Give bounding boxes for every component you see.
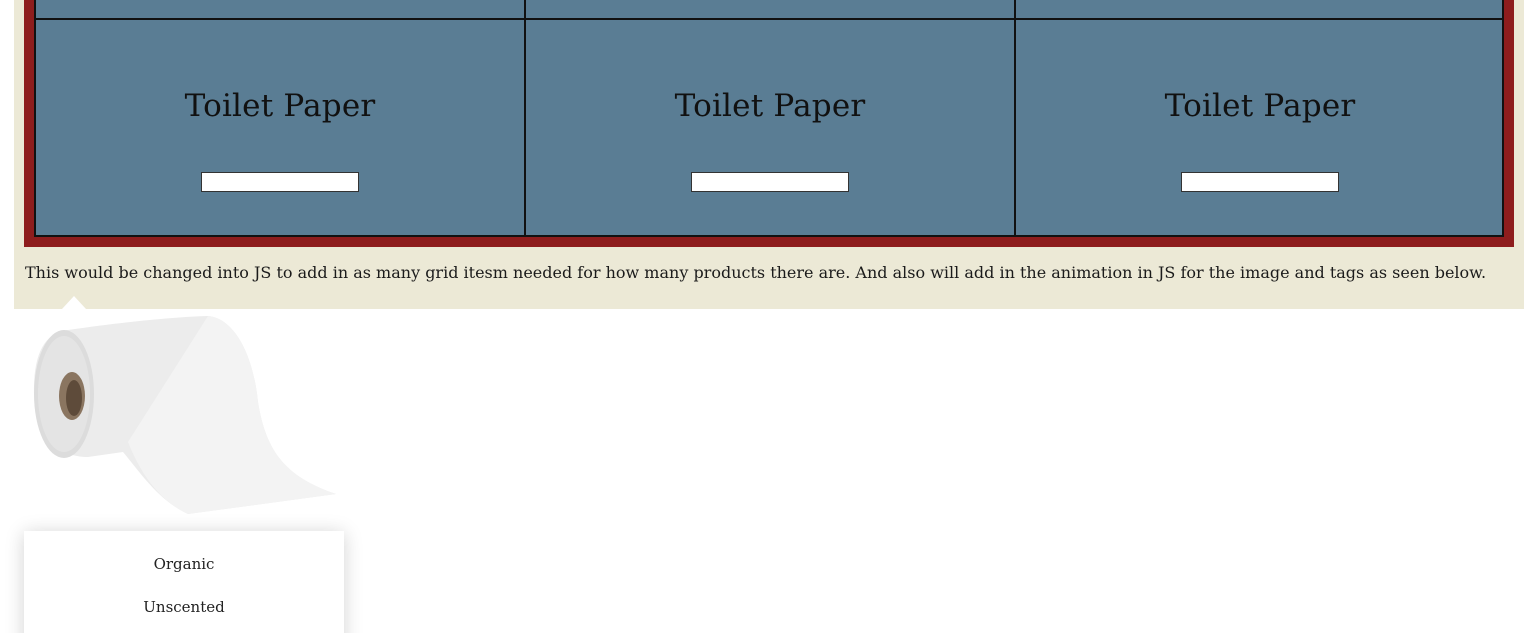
- grid-item-bar[interactable]: [1181, 172, 1339, 192]
- grid-item[interactable]: Toilet Paper: [526, 20, 1014, 235]
- grid-item-bar[interactable]: [201, 172, 359, 192]
- grid-top-row: [36, 0, 1502, 20]
- page: Toilet Paper Toilet Paper Toilet Paper T…: [0, 0, 1526, 633]
- grid-item-bar[interactable]: [691, 172, 849, 192]
- dev-note: This would be changed into JS to add in …: [25, 263, 1487, 282]
- tooltip-pointer: [62, 296, 86, 309]
- grid-item-title: Toilet Paper: [674, 88, 866, 124]
- product-grid: Toilet Paper Toilet Paper Toilet Paper: [34, 0, 1504, 237]
- grid-item-title: Toilet Paper: [184, 88, 376, 124]
- grid-item-title: Toilet Paper: [1164, 88, 1356, 124]
- tag-unscented[interactable]: Unscented: [24, 598, 344, 616]
- grid-item[interactable]: Toilet Paper: [1016, 20, 1504, 235]
- tag-organic[interactable]: Organic: [24, 555, 344, 573]
- toilet-paper-roll-image: [33, 316, 336, 514]
- grid-item[interactable]: Toilet Paper: [36, 20, 524, 235]
- product-tags-card: Organic Unscented: [24, 531, 344, 633]
